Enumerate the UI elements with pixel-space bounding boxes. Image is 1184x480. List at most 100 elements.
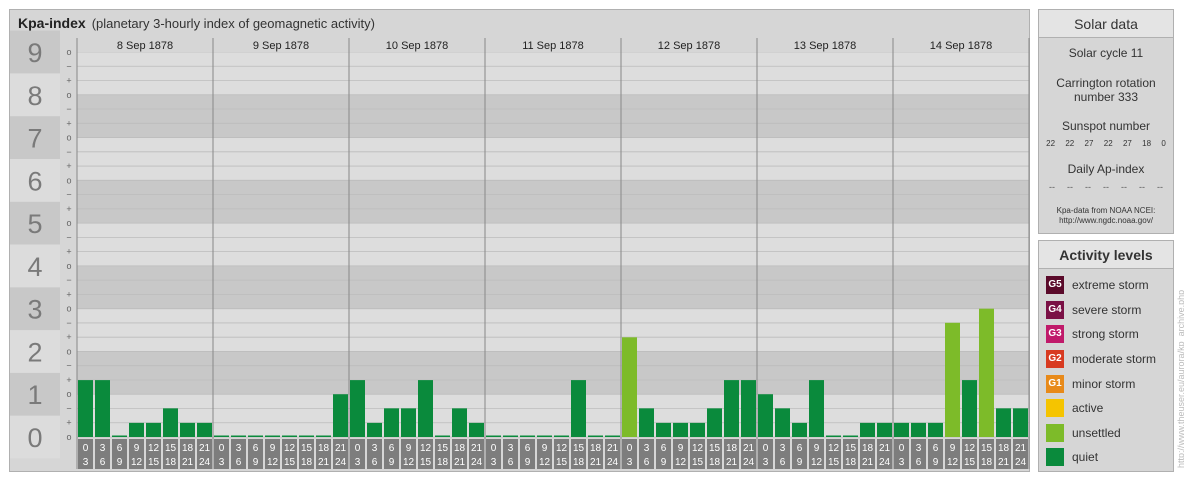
interval-start-label: 21 xyxy=(335,443,347,454)
kp-bar xyxy=(180,422,195,437)
day-label: 12 Sep 1878 xyxy=(658,40,720,52)
kp-bar xyxy=(316,435,331,437)
interval-start-label: 18 xyxy=(454,443,466,454)
plot-band xyxy=(77,223,1029,266)
sunspot-label: Sunspot number xyxy=(1061,119,1151,133)
ylevel-label: 1 xyxy=(27,380,42,410)
kp-bar xyxy=(129,422,144,437)
interval-start-label: 12 xyxy=(420,443,432,454)
interval-end-label: 12 xyxy=(403,457,415,468)
subtick-label: − xyxy=(66,318,71,328)
kp-bar xyxy=(214,435,229,437)
subtick-label: o xyxy=(66,90,71,100)
activity-legend: G5 extreme storm G4 severe storm G3 strong st… xyxy=(1039,269,1173,470)
interval-start-label: 6 xyxy=(797,443,803,454)
interval-end-label: 12 xyxy=(131,457,143,468)
subtick-label: + xyxy=(66,289,71,299)
subtick-label: + xyxy=(66,204,71,214)
interval-start-label: 15 xyxy=(981,443,993,454)
interval-start-label: 12 xyxy=(692,443,704,454)
subtick-label: o xyxy=(66,218,71,228)
subtick-label: o xyxy=(66,261,71,271)
interval-end-label: 9 xyxy=(797,457,803,468)
kp-bar xyxy=(928,422,943,437)
kp-bar xyxy=(673,422,688,437)
kp-bar xyxy=(911,422,926,437)
interval-start-label: 6 xyxy=(253,443,259,454)
interval-end-label: 18 xyxy=(301,457,313,468)
interval-start-label: 3 xyxy=(644,443,650,454)
interval-end-label: 15 xyxy=(556,457,568,468)
kp-bar xyxy=(724,380,739,437)
kp-bar xyxy=(418,380,433,437)
subtick-label: o xyxy=(66,133,71,143)
interval-end-label: 21 xyxy=(454,457,466,468)
kp-bar xyxy=(741,380,756,437)
ap-value: -- xyxy=(1139,182,1145,192)
interval-end-label: 9 xyxy=(661,457,667,468)
sunspot-value: 0 xyxy=(1161,139,1166,148)
interval-start-label: 18 xyxy=(862,443,874,454)
interval-end-label: 6 xyxy=(916,457,922,468)
kp-bar xyxy=(282,435,297,437)
interval-end-label: 6 xyxy=(372,457,378,468)
kp-bar xyxy=(979,308,994,437)
kp-bar xyxy=(146,422,161,437)
ylevel-label: 8 xyxy=(27,81,42,111)
plot-band xyxy=(77,52,1029,95)
interval-start-label: 9 xyxy=(134,443,140,454)
kp-bar xyxy=(588,435,603,437)
interval-start-label: 6 xyxy=(117,443,123,454)
subtick-label: − xyxy=(66,190,71,200)
day-label: 8 Sep 1878 xyxy=(117,40,173,52)
interval-start-label: 6 xyxy=(933,443,939,454)
activity-level-label: unsettled xyxy=(1072,425,1121,440)
interval-start-label: 15 xyxy=(165,443,177,454)
interval-start-label: 9 xyxy=(406,443,412,454)
interval-end-label: 21 xyxy=(590,457,602,468)
ylevel-label: 2 xyxy=(27,337,42,367)
kp-bar xyxy=(656,422,671,437)
ylevel-label: 6 xyxy=(27,166,42,196)
interval-start-label: 3 xyxy=(780,443,786,454)
interval-end-label: 21 xyxy=(726,457,738,468)
kp-bar xyxy=(775,408,790,437)
interval-end-label: 18 xyxy=(709,457,721,468)
interval-start-label: 9 xyxy=(270,443,276,454)
activity-level-item: G3 strong storm xyxy=(1039,322,1173,347)
ylevel-label: 0 xyxy=(27,423,42,453)
data-source-note: Kpa-data from NOAA NCEI: http://www.ngdc… xyxy=(1039,206,1173,226)
kp-bar xyxy=(758,394,773,437)
interval-start-label: 15 xyxy=(573,443,585,454)
interval-end-label: 15 xyxy=(828,457,840,468)
activity-level-item: unsettled xyxy=(1039,421,1173,446)
interval-start-label: 9 xyxy=(814,443,820,454)
subtick-label: − xyxy=(66,275,71,285)
interval-end-label: 21 xyxy=(182,457,194,468)
interval-end-label: 15 xyxy=(284,457,296,468)
interval-end-label: 6 xyxy=(100,457,106,468)
archive-url: http://www.theuser.eu/aurora/kp_archive.… xyxy=(1176,289,1184,468)
activity-level-item: G4 severe storm xyxy=(1039,298,1173,323)
interval-end-label: 24 xyxy=(471,457,483,468)
interval-end-label: 6 xyxy=(780,457,786,468)
interval-start-label: 12 xyxy=(556,443,568,454)
interval-start-label: 3 xyxy=(508,443,514,454)
interval-start-label: 18 xyxy=(182,443,194,454)
kp-bar xyxy=(78,380,93,437)
carrington-rotation: Carrington rotation number 333 xyxy=(1056,76,1156,104)
kp-bar xyxy=(299,435,314,437)
kp-bar xyxy=(945,322,960,437)
interval-end-label: 21 xyxy=(318,457,330,468)
plot-band xyxy=(77,180,1029,224)
kp-bar xyxy=(163,408,178,437)
kp-bar xyxy=(95,380,110,437)
ylevel-label: 7 xyxy=(27,124,42,154)
solar-data-heading: Solar data xyxy=(1039,10,1173,38)
day-label: 11 Sep 1878 xyxy=(522,40,584,52)
source-link[interactable]: http://www.ngdc.noaa.gov/ xyxy=(1039,216,1173,226)
subtick-label: + xyxy=(66,76,71,86)
interval-start-label: 6 xyxy=(661,443,667,454)
interval-end-label: 3 xyxy=(219,457,225,468)
interval-end-label: 18 xyxy=(437,457,449,468)
